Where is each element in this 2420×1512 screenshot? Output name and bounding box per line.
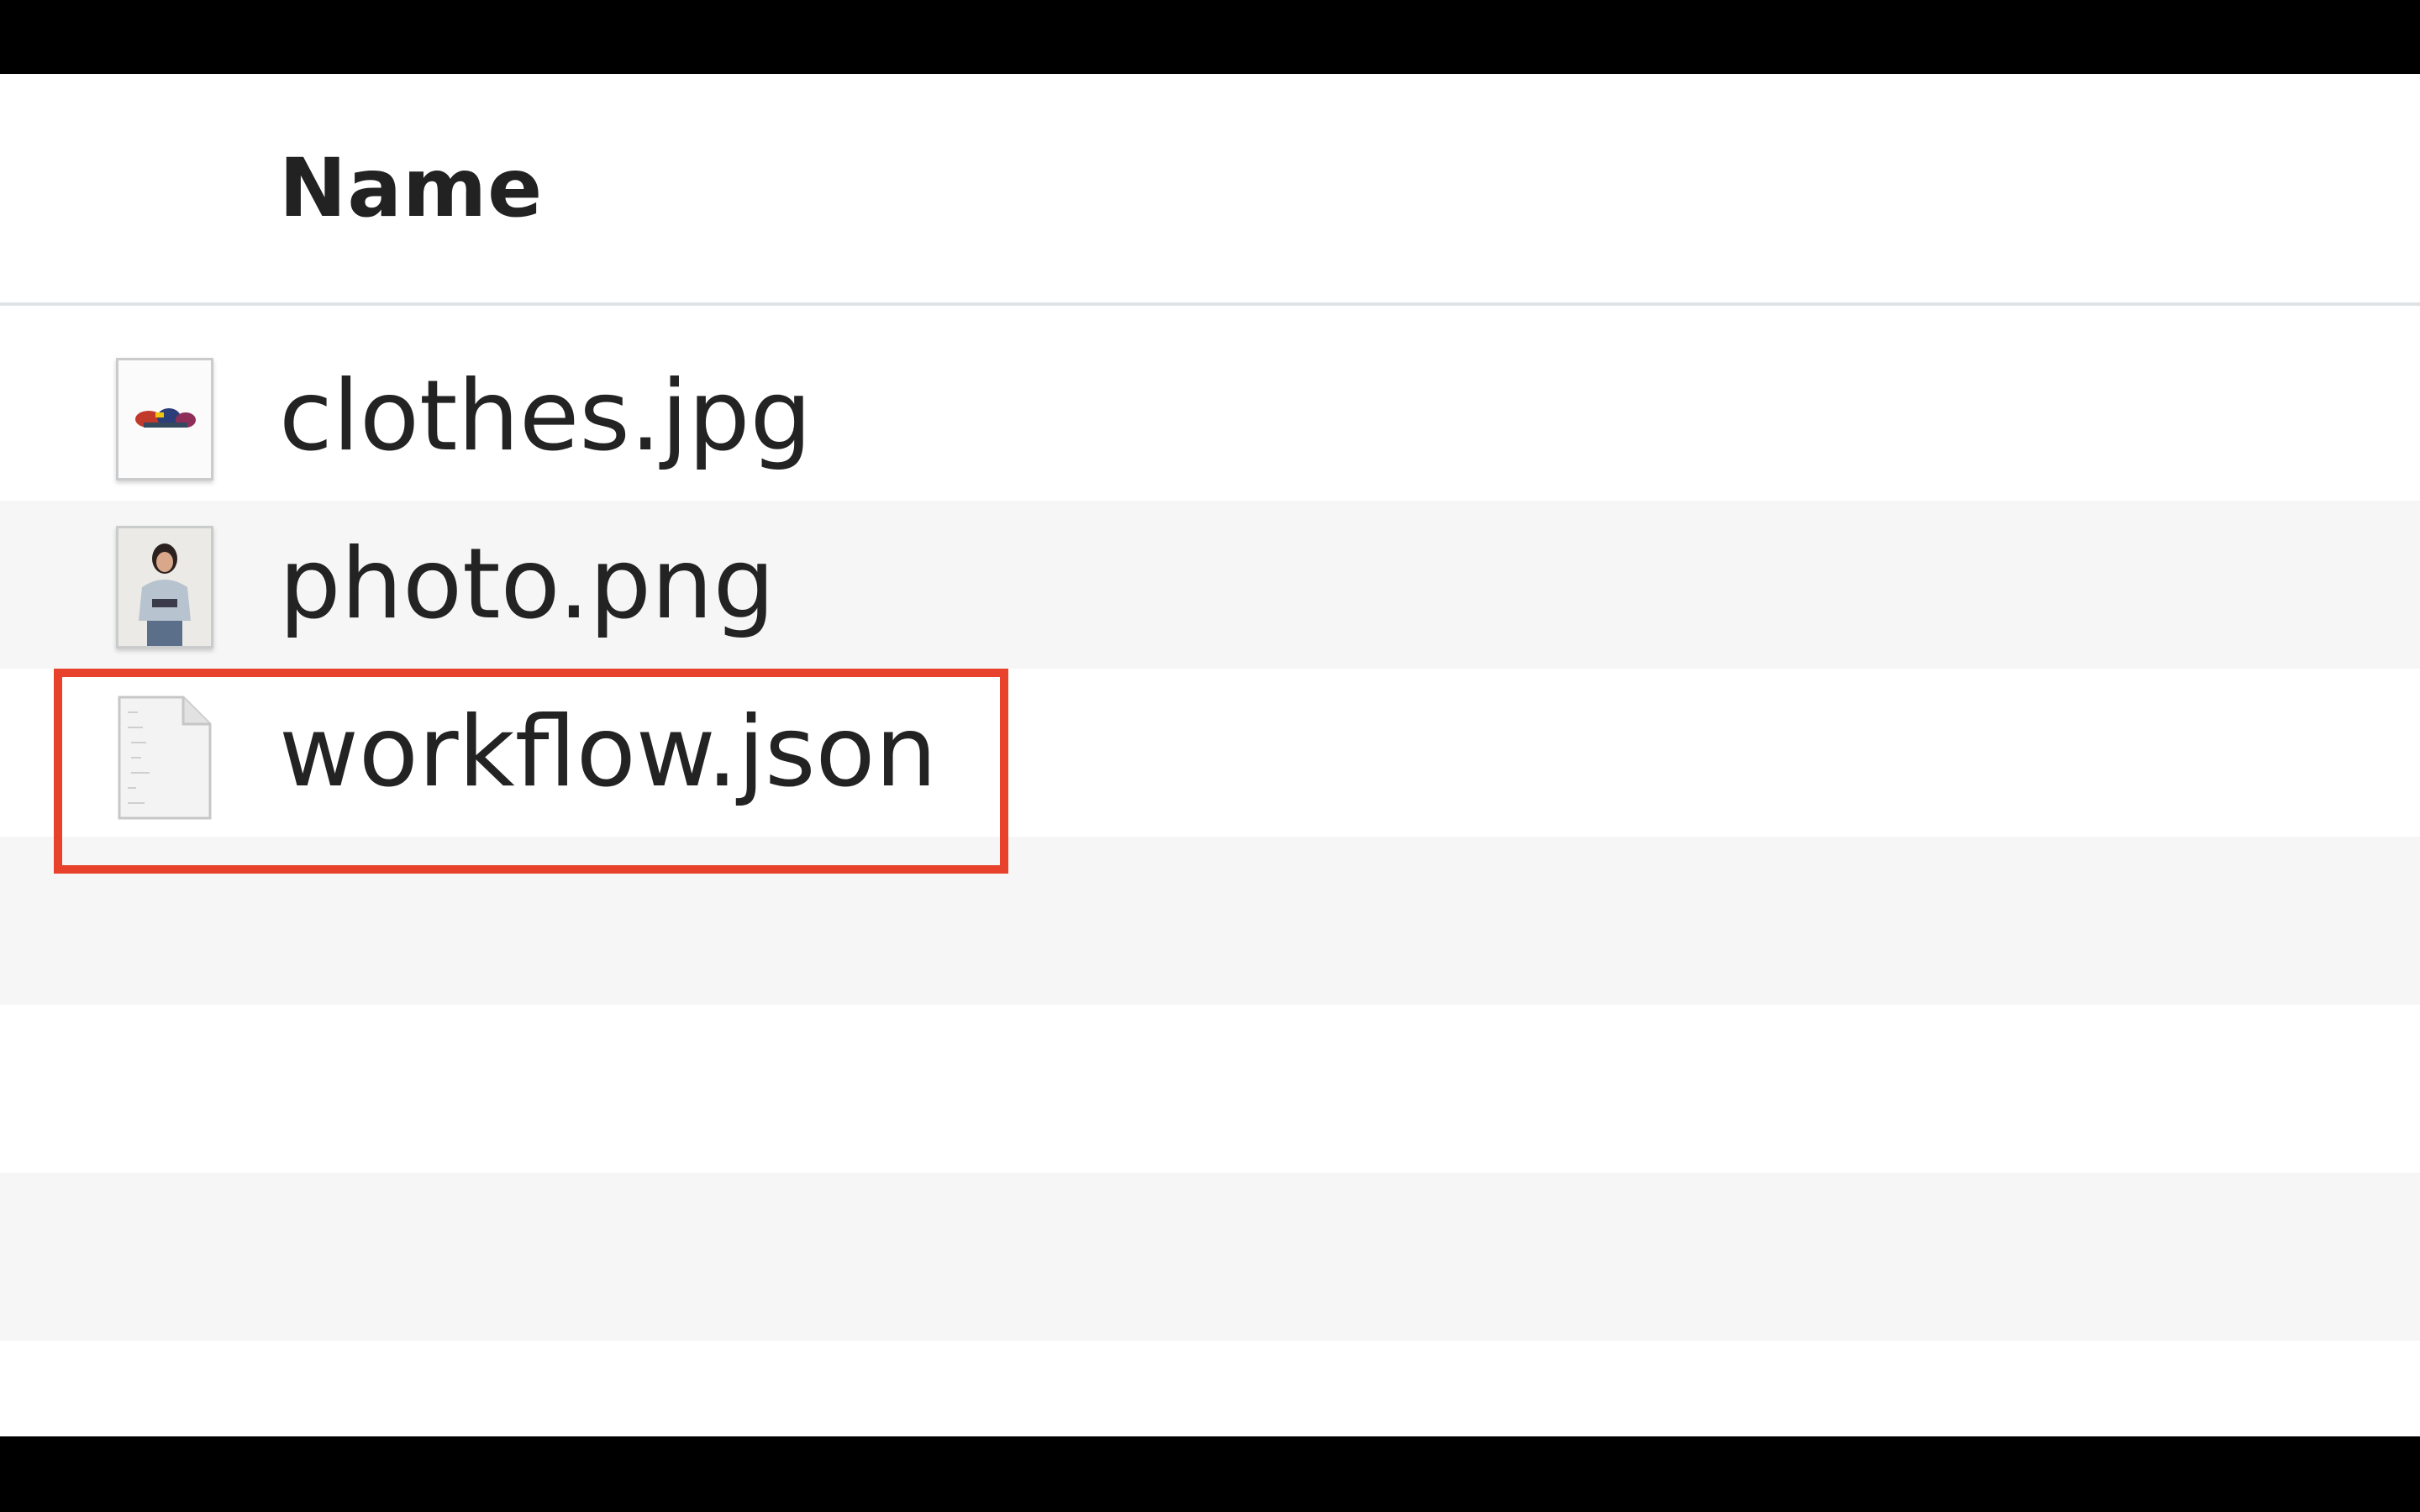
file-name[interactable]: photo.png (279, 531, 775, 638)
empty-row (0, 837, 2420, 1005)
name-column-header[interactable]: Name (279, 141, 543, 235)
letterbox-bottom (0, 1436, 2420, 1512)
file-name[interactable]: clothes.jpg (279, 363, 812, 470)
empty-row (0, 1341, 2420, 1436)
empty-row (0, 1173, 2420, 1341)
empty-row (0, 1005, 2420, 1173)
letterbox-top (0, 0, 2420, 74)
column-header: Name (0, 74, 2420, 306)
file-row[interactable]: photo.png (0, 501, 2420, 669)
photo-thumbnail-icon (113, 526, 217, 654)
file-name[interactable]: workflow.json (279, 699, 937, 806)
finder-list-view: Name clothes.jpg photo.png workflow.json (0, 74, 2420, 1436)
document-icon (113, 694, 217, 822)
file-row[interactable]: workflow.json (0, 669, 2420, 837)
image-thumbnail-icon (113, 358, 217, 486)
file-row[interactable]: clothes.jpg (0, 333, 2420, 501)
